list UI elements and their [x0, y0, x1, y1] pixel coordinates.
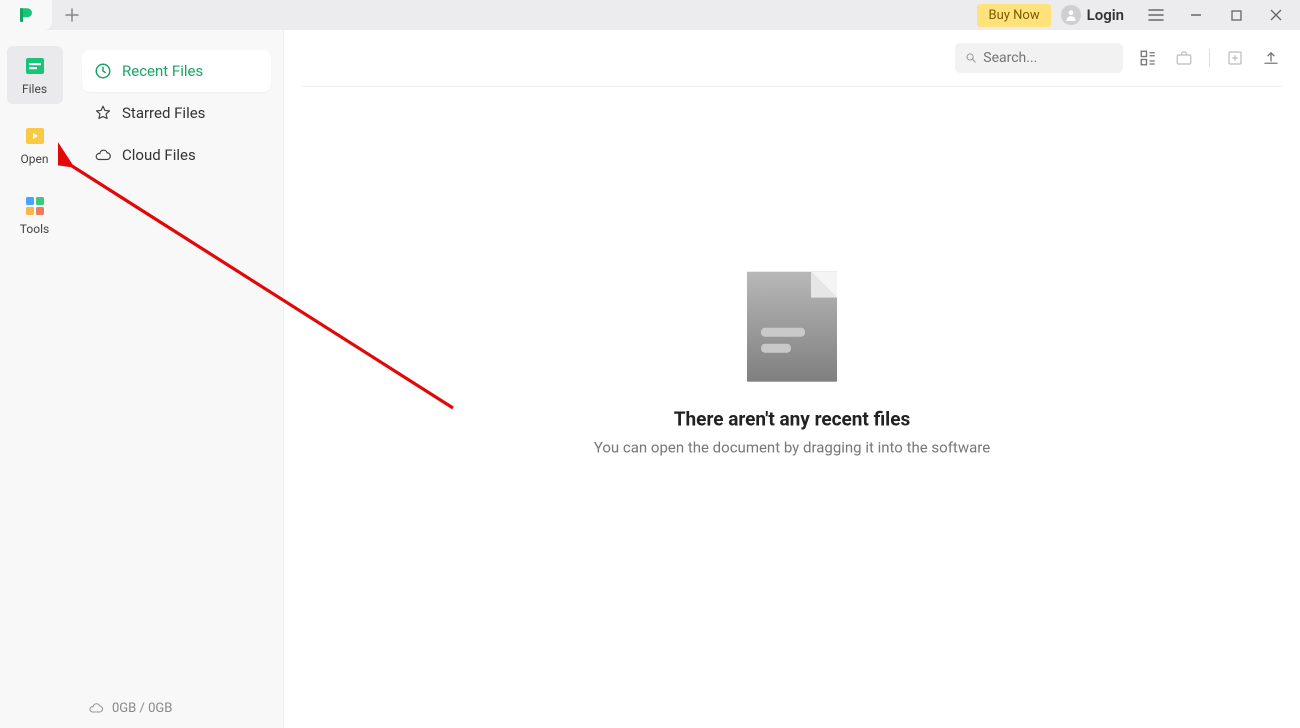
side-panel: Recent Files Starred Files Cloud Files 0… — [70, 30, 284, 728]
briefcase-icon — [1175, 49, 1193, 67]
side-item-label: Starred Files — [122, 104, 205, 122]
search-icon — [965, 51, 977, 65]
maximize-icon — [1231, 10, 1242, 21]
side-item-label: Cloud Files — [122, 146, 196, 164]
search-input[interactable] — [983, 50, 1113, 66]
side-item-recent-files[interactable]: Recent Files — [82, 50, 271, 92]
empty-title: There aren't any recent files — [532, 408, 1052, 431]
search-box[interactable] — [955, 43, 1123, 73]
files-icon — [23, 54, 47, 78]
empty-state: There aren't any recent files You can op… — [532, 272, 1052, 457]
plus-icon — [65, 8, 79, 22]
login-button[interactable]: Login — [1061, 5, 1124, 25]
minimize-button[interactable] — [1176, 0, 1216, 30]
minimize-icon — [1190, 9, 1202, 21]
clock-icon — [94, 62, 112, 80]
document-icon — [747, 272, 837, 382]
close-button[interactable] — [1256, 0, 1296, 30]
toolbar-divider — [1209, 49, 1210, 67]
grid-view-button[interactable] — [1137, 47, 1159, 69]
close-icon — [1270, 9, 1282, 21]
side-item-starred-files[interactable]: Starred Files — [82, 92, 271, 134]
maximize-button[interactable] — [1216, 0, 1256, 30]
tools-icon — [23, 194, 47, 218]
app-logo-icon — [17, 6, 35, 24]
side-item-cloud-files[interactable]: Cloud Files — [82, 134, 271, 176]
cloud-icon — [88, 700, 104, 716]
grid-icon — [1139, 49, 1157, 67]
login-label: Login — [1087, 6, 1124, 24]
new-tab-button[interactable] — [52, 0, 92, 30]
titlebar-right: Buy Now Login — [977, 0, 1300, 30]
titlebar-left — [0, 0, 92, 30]
buy-now-button[interactable]: Buy Now — [977, 4, 1050, 27]
titlebar: Buy Now Login — [0, 0, 1300, 30]
hamburger-icon — [1148, 8, 1164, 22]
toolbar — [284, 30, 1300, 86]
content: There aren't any recent files You can op… — [284, 30, 1300, 728]
rail-item-files[interactable]: Files — [7, 46, 63, 104]
side-item-label: Recent Files — [122, 62, 203, 80]
app-tab[interactable] — [0, 0, 52, 30]
avatar-icon — [1061, 5, 1081, 25]
upload-icon — [1262, 49, 1280, 67]
left-rail: Files Open Tools — [0, 30, 70, 728]
main: Files Open Tools Recent Files Star — [0, 30, 1300, 728]
cloud-icon — [94, 146, 112, 164]
rail-label: Files — [22, 82, 47, 96]
storage-indicator: 0GB / 0GB — [88, 700, 172, 716]
rail-item-tools[interactable]: Tools — [7, 186, 63, 244]
rail-label: Tools — [20, 222, 49, 236]
empty-subtitle: You can open the document by dragging it… — [532, 439, 1052, 457]
rail-item-open[interactable]: Open — [7, 116, 63, 174]
storage-text: 0GB / 0GB — [112, 701, 172, 716]
star-icon — [94, 104, 112, 122]
rail-label: Open — [21, 152, 49, 166]
add-file-button[interactable] — [1224, 47, 1246, 69]
menu-button[interactable] — [1136, 0, 1176, 30]
upload-button[interactable] — [1260, 47, 1282, 69]
briefcase-button[interactable] — [1173, 47, 1195, 69]
open-icon — [23, 124, 47, 148]
add-file-icon — [1226, 49, 1244, 67]
divider — [302, 86, 1282, 87]
